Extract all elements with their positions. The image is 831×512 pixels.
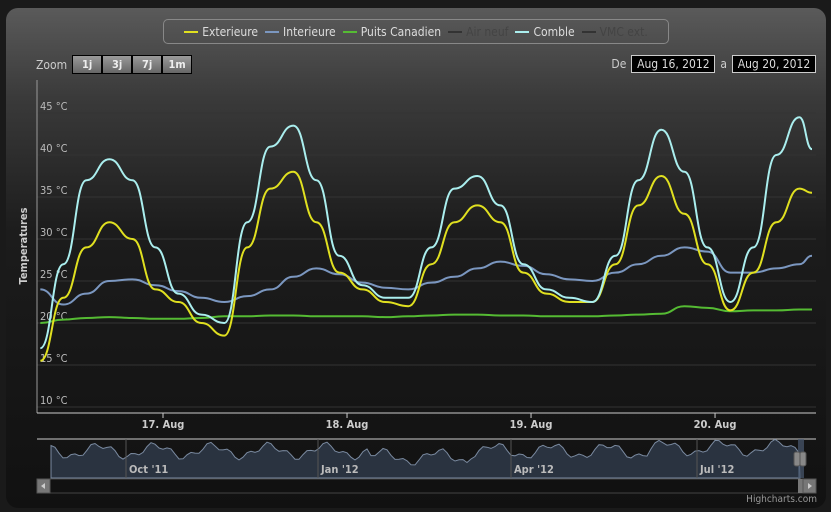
x-tick-label: 18. Aug xyxy=(326,418,369,431)
series-line-exterieure xyxy=(39,170,813,362)
y-tick-label: 40 °C xyxy=(40,142,68,155)
series-line-puits-canadien xyxy=(40,305,812,324)
navigator-left-handle[interactable] xyxy=(793,451,801,467)
x-tick-label: 17. Aug xyxy=(142,418,185,431)
scrollbar-track xyxy=(36,478,817,494)
navigator-right-handle[interactable] xyxy=(799,451,807,467)
series-line-interieure xyxy=(40,246,813,306)
y-tick-label: 30 °C xyxy=(40,226,68,239)
y-tick-label: 10 °C xyxy=(40,394,68,407)
navigator-tick-label: Jul '12 xyxy=(699,463,734,476)
x-tick-label: 20. Aug xyxy=(694,418,737,431)
x-tick-label: 19. Aug xyxy=(510,418,553,431)
navigator-tick-label: Jan '12 xyxy=(320,463,359,476)
credits-link[interactable]: Highcharts.com xyxy=(746,494,817,505)
y-tick-label: 25 °C xyxy=(40,268,68,281)
series-line-comble xyxy=(39,116,813,350)
y-axis-title: Temperatures xyxy=(17,207,30,284)
y-tick-label: 35 °C xyxy=(40,184,68,197)
navigator-tick-label: Apr '12 xyxy=(514,463,554,476)
temperature-chart: 10 °C15 °C20 °C25 °C30 °C35 °C40 °C45 °C… xyxy=(17,80,817,494)
navigator-tick-label: Oct '11 xyxy=(129,463,168,476)
y-tick-label: 45 °C xyxy=(40,100,68,113)
